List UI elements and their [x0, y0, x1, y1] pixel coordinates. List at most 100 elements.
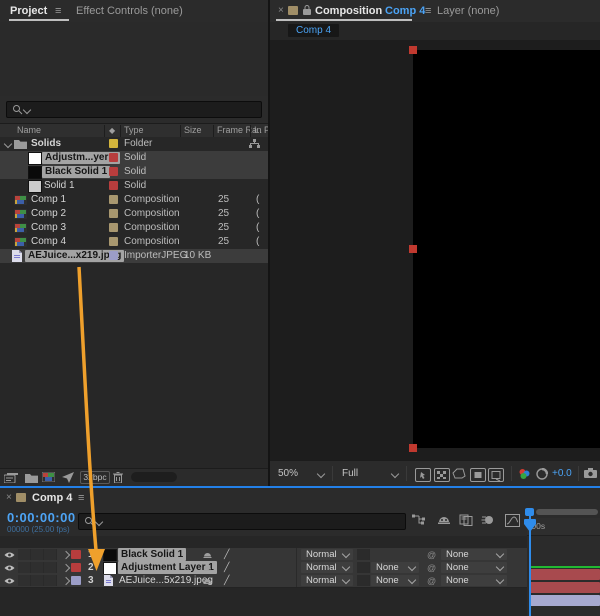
project-row-solids[interactable]: Solids Folder — [0, 137, 268, 151]
color-depth-button[interactable]: 32bpc — [80, 471, 110, 484]
item-name[interactable]: Solid 1 — [44, 179, 75, 193]
mask-toggle-icon[interactable] — [452, 468, 466, 480]
panel-menu-icon[interactable]: ≡ — [55, 5, 61, 17]
project-row-comp-4[interactable]: Comp 4 Composition 25 ( — [0, 235, 268, 249]
column-type[interactable]: Type — [124, 125, 144, 135]
layer-bar-1[interactable] — [529, 569, 600, 580]
search-options-chevron-icon[interactable] — [23, 106, 31, 114]
exposure-value[interactable]: +0.0 — [552, 468, 572, 479]
preserve-transparency-cell[interactable] — [357, 562, 370, 573]
item-name[interactable]: Solids — [31, 137, 61, 151]
lock-cell[interactable] — [44, 549, 57, 560]
motion-blur-toggle-icon[interactable] — [481, 514, 494, 526]
work-area-start-handle[interactable] — [525, 508, 534, 516]
project-row-black-solid[interactable]: Black Solid 1 Solid — [0, 165, 268, 179]
layer-name[interactable]: Black Solid 1 — [118, 548, 186, 561]
playhead-marker[interactable] — [524, 519, 536, 532]
channels-icon[interactable] — [518, 468, 531, 480]
blend-mode-select[interactable]: Normal — [301, 549, 353, 560]
layer-row-2[interactable]: 2 Adjustment Layer 1 ╱ Normal None @ Non… — [0, 561, 527, 575]
tab-layer[interactable]: Layer (none) — [437, 5, 499, 17]
interpret-footage-icon[interactable] — [4, 473, 18, 483]
layer-label-color[interactable] — [71, 550, 81, 559]
trash-icon[interactable] — [113, 472, 123, 483]
pickwhip-icon[interactable]: @ — [427, 575, 436, 588]
parent-select[interactable]: None — [441, 575, 507, 586]
trkmat-select[interactable]: None — [371, 575, 419, 586]
project-row-jpeg[interactable]: AEJuice...x219.jpeg ImporterJPEG 10 KB — [0, 249, 268, 263]
tab-project[interactable]: Project — [10, 5, 47, 17]
blend-mode-select[interactable]: Normal — [301, 562, 353, 573]
new-composition-icon[interactable] — [42, 472, 55, 482]
work-area-bar[interactable] — [536, 509, 598, 515]
label-color-chip[interactable] — [109, 195, 118, 204]
zoom-select[interactable]: 50% — [278, 468, 298, 479]
label-color-chip[interactable] — [109, 181, 118, 190]
timeline-track-area[interactable]: :00s — [527, 508, 600, 616]
close-tab-icon[interactable]: × — [6, 492, 12, 503]
layer-label-color[interactable] — [71, 563, 81, 572]
close-tab-icon[interactable]: × — [278, 5, 284, 16]
item-name[interactable]: Comp 3 — [31, 221, 66, 235]
layer-expander-icon[interactable] — [62, 577, 70, 585]
column-name[interactable]: Name — [17, 125, 41, 135]
item-name[interactable]: Black Solid 1 — [42, 166, 110, 178]
breadcrumb-comp-name[interactable]: Comp 4 — [288, 24, 339, 37]
label-color-chip[interactable] — [109, 209, 118, 218]
layer-video-eye-icon[interactable] — [4, 551, 15, 559]
blend-mode-select[interactable]: Normal — [301, 575, 353, 586]
tab-effect-controls[interactable]: Effect Controls (none) — [76, 5, 183, 17]
label-color-chip[interactable] — [109, 251, 118, 260]
layer-expander-icon[interactable] — [62, 564, 70, 572]
layer-expander-icon[interactable] — [62, 551, 70, 559]
tab-composition-comp-name[interactable]: Comp 4 — [385, 5, 425, 17]
layer-shy-icon[interactable] — [203, 577, 212, 585]
solo-cell[interactable] — [31, 549, 44, 560]
project-row-adjustment-layer[interactable]: Adjustm...yer 1 Solid — [0, 151, 268, 165]
project-row-comp-2[interactable]: Comp 2 Composition 25 ( — [0, 207, 268, 221]
solo-cell[interactable] — [31, 575, 44, 586]
exposure-icon[interactable] — [536, 468, 548, 480]
audio-cell[interactable] — [18, 575, 31, 586]
layer-bar-3[interactable] — [529, 595, 600, 606]
item-name[interactable]: Comp 2 — [31, 207, 66, 221]
time-ruler[interactable]: :00s — [527, 518, 600, 536]
panel-menu-icon[interactable]: ≡ — [425, 5, 431, 17]
layer-quality-icon[interactable]: ╱ — [224, 548, 229, 561]
render-plane-icon[interactable] — [62, 472, 74, 483]
layer-label-color[interactable] — [71, 576, 81, 585]
selection-handle-bottom-left[interactable] — [409, 444, 417, 452]
panel-menu-icon[interactable]: ≡ — [78, 492, 84, 504]
layer-name[interactable]: Adjustment Layer 1 — [118, 561, 217, 574]
layer-bar-2[interactable] — [529, 582, 600, 593]
lock-cell[interactable] — [44, 562, 57, 573]
layer-quality-icon[interactable]: ╱ — [224, 561, 229, 574]
layer-row-3[interactable]: 3 AEJuice...5x219.jpeg ╱ Normal None @ N… — [0, 574, 527, 588]
trkmat-select[interactable]: None — [371, 562, 419, 573]
project-row-comp-3[interactable]: Comp 3 Composition 25 ( — [0, 221, 268, 235]
layer-video-eye-icon[interactable] — [4, 564, 15, 572]
layer-row-1[interactable]: 1 Black Solid 1 ╱ Normal @ None — [0, 548, 527, 562]
view-options-icon[interactable] — [415, 468, 431, 482]
zoom-chevron-icon[interactable] — [317, 470, 325, 478]
selection-handle-mid-left[interactable] — [409, 245, 417, 253]
tab-composition[interactable]: Composition — [315, 5, 382, 17]
frame-blending-toggle-icon[interactable] — [459, 514, 473, 526]
tab-timeline-comp[interactable]: Comp 4 — [32, 492, 72, 504]
shy-toggle-icon[interactable] — [437, 514, 451, 526]
snapshot-camera-icon[interactable] — [584, 468, 597, 478]
preserve-transparency-cell[interactable] — [357, 549, 370, 560]
resolution-chevron-icon[interactable] — [391, 470, 399, 478]
label-color-chip[interactable] — [109, 139, 118, 148]
mini-flowchart-icon[interactable] — [412, 514, 426, 526]
label-color-chip[interactable] — [109, 223, 118, 232]
label-color-chip[interactable] — [109, 153, 118, 162]
panel-divider[interactable] — [268, 0, 270, 485]
composition-viewer[interactable] — [270, 40, 600, 460]
folder-expander-icon[interactable] — [4, 140, 12, 148]
layer-quality-icon[interactable]: ╱ — [224, 574, 229, 587]
label-column-tag-icon[interactable]: ◆ — [109, 127, 117, 135]
label-color-chip[interactable] — [109, 167, 118, 176]
solo-cell[interactable] — [31, 562, 44, 573]
layer-shy-icon[interactable] — [203, 551, 212, 559]
